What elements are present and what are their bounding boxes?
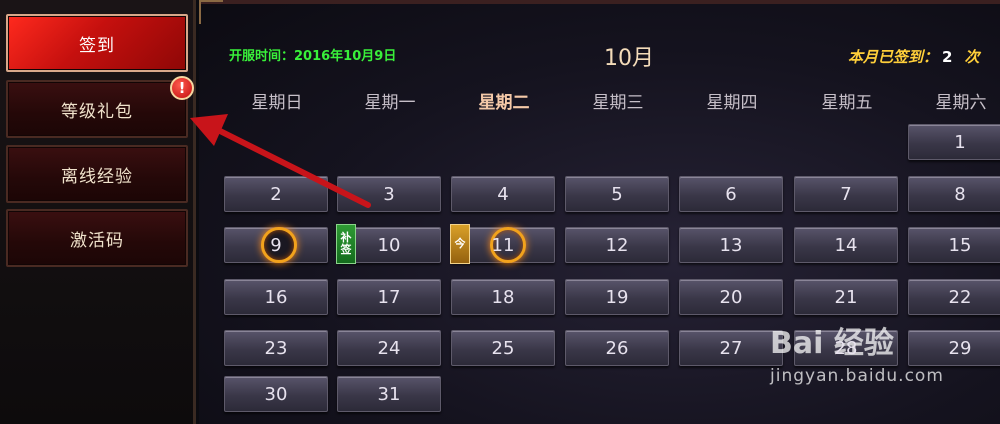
day-number: 5 [611, 183, 623, 205]
calendar-day-cell[interactable]: 5 [565, 176, 669, 212]
calendar-day-cell[interactable]: 31 [337, 376, 441, 412]
day-number: 14 [834, 234, 858, 256]
day-number: 13 [719, 234, 743, 256]
day-number: 31 [377, 383, 401, 405]
calendar-day-cell[interactable]: 20 [679, 279, 783, 315]
weekday-label: 星期二 [478, 93, 530, 113]
calendar-day-cell[interactable]: 4 [451, 176, 555, 212]
calendar-day-cell[interactable]: 15 [908, 227, 1000, 263]
weekday-label: 星期五 [821, 93, 873, 113]
calendar-day-cell[interactable]: 9 [224, 227, 328, 263]
day-number: 22 [948, 286, 972, 308]
day-number: 16 [264, 286, 288, 308]
day-number: 12 [605, 234, 629, 256]
calendar-day-cell[interactable]: 6 [679, 176, 783, 212]
alert-badge-icon: ! [170, 76, 194, 100]
calendar-day-cell[interactable]: 24 [337, 330, 441, 366]
day-number: 3 [383, 183, 395, 205]
calendar-day-cell[interactable]: 19 [565, 279, 669, 315]
weekday-label: 星期日 [251, 93, 303, 113]
day-number: 25 [491, 337, 515, 359]
calendar-day-cell[interactable]: 17 [337, 279, 441, 315]
day-number: 18 [491, 286, 515, 308]
calendar-day-cell[interactable]: 16 [224, 279, 328, 315]
makeup-sign-tag[interactable]: 补签 [336, 224, 356, 264]
day-number: 28 [834, 337, 858, 359]
signed-unit: 次 [964, 48, 980, 66]
day-number: 4 [497, 183, 509, 205]
day-number: 15 [948, 234, 972, 256]
calendar-day-cell[interactable]: 13 [679, 227, 783, 263]
watermark-site: jingyan.baidu.com [770, 366, 944, 386]
weekday-label: 星期四 [706, 93, 758, 113]
server-open-date: 开服时间：2016年10月9日 [229, 49, 397, 64]
weekday-label: 星期三 [592, 93, 644, 113]
calendar-day-cell[interactable]: 22 [908, 279, 1000, 315]
month-title: 10月 [604, 46, 654, 71]
sidebar-item-sign-in[interactable]: 签到 [6, 14, 188, 72]
calendar-day-cell[interactable]: 今 11 [450, 224, 555, 264]
calendar-day-cell[interactable]: 27 [679, 330, 783, 366]
calendar-day-cell[interactable]: 2 [224, 176, 328, 212]
panel-corner-ornament [199, 0, 223, 24]
sidebar: 签到 等级礼包 离线经验 激活码 [0, 0, 196, 424]
calendar-day-cell[interactable]: 23 [224, 330, 328, 366]
day-number: 2 [270, 183, 282, 205]
day-number: 19 [605, 286, 629, 308]
day-number: 27 [719, 337, 743, 359]
sidebar-item-activation-code[interactable]: 激活码 [6, 209, 188, 267]
calendar-day-cell[interactable]: 8 [908, 176, 1000, 212]
signed-count: 2 [942, 48, 953, 66]
day-number: 7 [840, 183, 852, 205]
calendar-day-cell[interactable]: 30 [224, 376, 328, 412]
calendar-day-cell[interactable]: 14 [794, 227, 898, 263]
day-number: 6 [725, 183, 737, 205]
day-number: 10 [377, 234, 401, 256]
day-number: 24 [377, 337, 401, 359]
sidebar-item-offline-exp[interactable]: 离线经验 [6, 145, 188, 203]
signed-count-text: 本月已签到： 2 次 [848, 46, 979, 67]
day-number: 29 [948, 337, 972, 359]
calendar-day-cell[interactable]: 18 [451, 279, 555, 315]
day-number: 21 [834, 286, 858, 308]
calendar-day-cell[interactable]: 21 [794, 279, 898, 315]
day-number: 9 [270, 234, 282, 256]
day-number: 17 [377, 286, 401, 308]
day-number: 26 [605, 337, 629, 359]
weekday-label: 星期六 [935, 93, 987, 113]
sidebar-item-label: 等级礼包 [61, 101, 133, 122]
sidebar-item-label: 激活码 [70, 230, 124, 251]
calendar-day-cell[interactable]: 7 [794, 176, 898, 212]
calendar-day-cell[interactable]: 12 [565, 227, 669, 263]
sidebar-item-label: 签到 [79, 35, 115, 56]
day-number: 11 [491, 234, 515, 256]
day-number: 20 [719, 286, 743, 308]
today-tag: 今 [450, 224, 470, 264]
day-number: 30 [264, 383, 288, 405]
weekday-label: 星期一 [364, 93, 416, 113]
calendar-day-cell[interactable]: 3 [337, 176, 441, 212]
calendar-day-cell[interactable]: 补签 10 [336, 224, 441, 264]
day-number: 23 [264, 337, 288, 359]
day-number: 8 [954, 183, 966, 205]
calendar-day-cell[interactable]: 26 [565, 330, 669, 366]
calendar-day-cell[interactable]: 25 [451, 330, 555, 366]
sidebar-item-level-gift[interactable]: 等级礼包 [6, 80, 188, 138]
sidebar-item-label: 离线经验 [61, 166, 133, 187]
signed-label: 本月已签到： [848, 48, 939, 66]
day-number: 1 [954, 131, 966, 153]
calendar-day-cell[interactable]: 1 [908, 124, 1000, 160]
